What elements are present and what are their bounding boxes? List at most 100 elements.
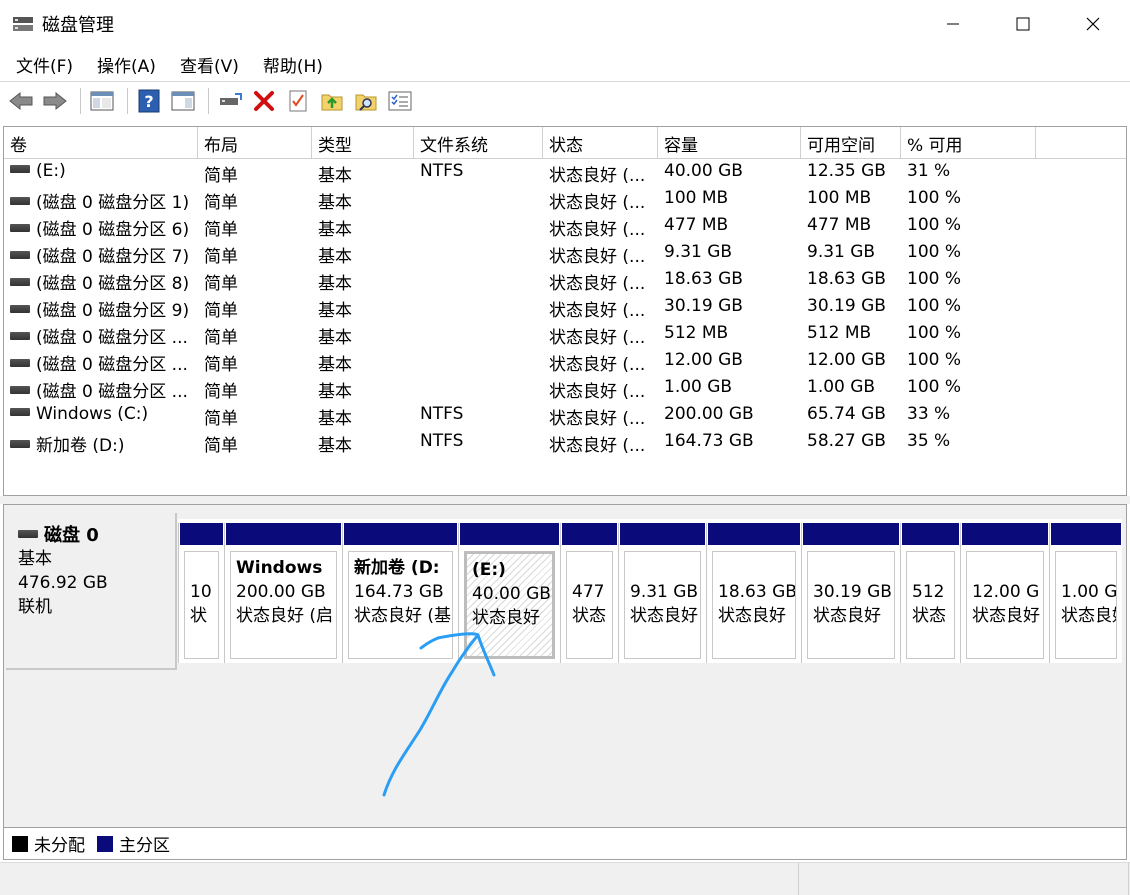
column-header-volume[interactable]: 卷 xyxy=(4,127,198,158)
cell-text: 基本 xyxy=(318,220,352,240)
column-header-layout[interactable]: 布局 xyxy=(198,127,312,158)
cell-text: 基本 xyxy=(318,247,352,267)
cell-filesystem xyxy=(414,240,543,267)
show-hide-console-tree-button[interactable] xyxy=(87,86,117,116)
cell-layout: 简单 xyxy=(198,321,312,348)
column-header-type[interactable]: 类型 xyxy=(312,127,414,158)
cell-status: 状态良好 (... xyxy=(543,294,658,321)
search-folder-button[interactable] xyxy=(351,86,381,116)
cell-type: 基本 xyxy=(312,240,414,267)
table-row[interactable]: (E:) 简单 基本 NTFS 状态良好 (... 40.00 GB 12.35 GB 31 … xyxy=(4,159,1126,186)
table-row[interactable]: (磁盘 0 磁盘分区 6) 简单 基本 状态良好 (... 477 MB 477 MB 10… xyxy=(4,213,1126,240)
cell-text: 100 % xyxy=(907,377,962,397)
menu-action[interactable]: 操作(A) xyxy=(89,48,164,80)
cell-text: 100 % xyxy=(907,215,962,235)
table-row[interactable]: (磁盘 0 磁盘分区 9) 简单 基本 状态良好 (... 30.19 GB 30.19 … xyxy=(4,294,1126,321)
cell-text: 200.00 GB xyxy=(664,404,754,424)
table-row[interactable]: (磁盘 0 磁盘分区 ... 简单 基本 状态良好 (... 1.00 GB 1.00 G… xyxy=(4,375,1126,402)
help-button[interactable]: ? xyxy=(134,86,164,116)
minimize-button[interactable] xyxy=(918,0,988,48)
partition-block[interactable]: 9.31 GB 状态良好 xyxy=(618,523,706,663)
cell-status: 状态良好 (... xyxy=(543,186,658,213)
delete-button[interactable] xyxy=(249,86,279,116)
cell-layout: 简单 xyxy=(198,213,312,240)
cell-text: 40.00 GB xyxy=(664,161,743,181)
column-header-percent-free[interactable]: % 可用 xyxy=(901,127,1036,158)
properties-button[interactable] xyxy=(283,86,313,116)
maximize-button[interactable] xyxy=(988,0,1058,48)
partition-block[interactable]: 512 状态 xyxy=(900,523,960,663)
title-bar: 磁盘管理 xyxy=(0,0,1130,48)
pane-splitter[interactable] xyxy=(0,496,1130,504)
cell-text: 35 % xyxy=(907,431,951,451)
table-row[interactable]: Windows (C:) 简单 基本 NTFS 状态良好 (... 200.00 GB 65… xyxy=(4,402,1126,429)
table-row[interactable]: (磁盘 0 磁盘分区 7) 简单 基本 状态良好 (... 9.31 GB 9.31 GB… xyxy=(4,240,1126,267)
menu-help[interactable]: 帮助(H) xyxy=(255,48,331,80)
cell-status: 状态良好 (... xyxy=(543,375,658,402)
table-row[interactable]: (磁盘 0 磁盘分区 8) 简单 基本 状态良好 (... 18.63 GB 18.63 … xyxy=(4,267,1126,294)
list-view-button[interactable] xyxy=(385,86,415,116)
maximize-icon xyxy=(1016,17,1030,31)
connect-virtual-disk-button[interactable] xyxy=(215,86,245,116)
partition-name xyxy=(813,556,889,580)
volume-icon xyxy=(10,224,30,232)
menu-view[interactable]: 查看(V) xyxy=(172,48,247,80)
back-button[interactable] xyxy=(6,86,36,116)
cell-percent-free: 100 % xyxy=(901,186,1036,213)
partition-size: 10 xyxy=(190,582,212,602)
cell-text: (磁盘 0 磁盘分区 7) xyxy=(36,247,190,267)
partition-details: Windows 200.00 GB 状态良好 (启 xyxy=(230,551,337,659)
cell-text: 状态良好 (... xyxy=(549,220,646,240)
disk-0-label[interactable]: 磁盘 0 基本 476.92 GB 联机 xyxy=(6,513,177,670)
table-row[interactable]: (磁盘 0 磁盘分区 1) 简单 基本 状态良好 (... 100 MB 100 MB 10… xyxy=(4,186,1126,213)
partition-block[interactable]: 18.63 GB 状态良好 xyxy=(706,523,801,663)
cell-filesystem xyxy=(414,186,543,213)
partition-block[interactable]: 1.00 G 状态良好 xyxy=(1049,523,1122,663)
partition-size: 18.63 GB xyxy=(718,582,796,602)
partition-block[interactable]: 30.19 GB 状态良好 xyxy=(801,523,900,663)
partition-block[interactable]: 10 状 xyxy=(178,523,224,663)
cell-status: 状态良好 (... xyxy=(543,213,658,240)
partition-name xyxy=(972,556,1038,580)
partition-block[interactable]: Windows 200.00 GB 状态良好 (启 xyxy=(224,523,342,663)
cell-text: 9.31 GB xyxy=(807,242,876,262)
column-header-free-space[interactable]: 可用空间 xyxy=(801,127,901,158)
partition-details: 18.63 GB 状态良好 xyxy=(712,551,796,659)
partition-block[interactable]: 12.00 G 状态良好 xyxy=(960,523,1049,663)
partition-block[interactable]: (E:) 40.00 GB 状态良好 xyxy=(458,523,560,663)
column-header-capacity[interactable]: 容量 xyxy=(658,127,801,158)
table-row[interactable]: 新加卷 (D:) 简单 基本 NTFS 状态良好 (... 164.73 GB 58.27 … xyxy=(4,429,1126,456)
partition-block[interactable]: 新加卷 (D: 164.73 GB 状态良好 (基 xyxy=(342,523,458,663)
partition-block[interactable]: 477 状态 xyxy=(560,523,618,663)
table-row[interactable]: (磁盘 0 磁盘分区 ... 简单 基本 状态良好 (... 12.00 GB 12.00… xyxy=(4,348,1126,375)
menu-file[interactable]: 文件(F) xyxy=(8,48,81,80)
volume-icon xyxy=(10,305,30,313)
cell-text: 100 MB xyxy=(807,188,872,208)
folder-search-icon xyxy=(355,94,377,111)
cell-text: (磁盘 0 磁盘分区 ... xyxy=(36,382,188,402)
cell-text: 12.00 GB xyxy=(664,350,743,370)
volume-list: 卷 布局 类型 文件系统 状态 容量 可用空间 % 可用 (E:) 简单 基本 NTF… xyxy=(3,126,1127,496)
cell-type: 基本 xyxy=(312,186,414,213)
partition-name: 新加卷 (D: xyxy=(354,558,440,578)
list-properties-icon xyxy=(388,91,412,110)
partition-status: 状态良好 (启 xyxy=(236,606,334,626)
cell-text: 100 % xyxy=(907,188,962,208)
show-hide-action-pane-button[interactable] xyxy=(168,86,198,116)
cell-text: 简单 xyxy=(204,382,238,402)
column-header-status[interactable]: 状态 xyxy=(543,127,658,158)
cell-percent-free: 100 % xyxy=(901,294,1036,321)
partition-details: 10 状 xyxy=(184,551,219,659)
close-button[interactable] xyxy=(1058,0,1128,48)
forward-button[interactable] xyxy=(40,86,70,116)
cell-text: 基本 xyxy=(318,274,352,294)
column-header-filesystem[interactable]: 文件系统 xyxy=(414,127,543,158)
partition-status: 状态良好 (基 xyxy=(354,606,452,626)
table-row[interactable]: (磁盘 0 磁盘分区 ... 简单 基本 状态良好 (... 512 MB 512 MB 1… xyxy=(4,321,1126,348)
legend-swatch-primary xyxy=(97,835,113,852)
up-folder-button[interactable] xyxy=(317,86,347,116)
cell-text: 简单 xyxy=(204,274,238,294)
cell-capacity: 477 MB xyxy=(658,213,801,240)
partition-type-bar xyxy=(902,523,959,545)
cell-layout: 简单 xyxy=(198,375,312,402)
